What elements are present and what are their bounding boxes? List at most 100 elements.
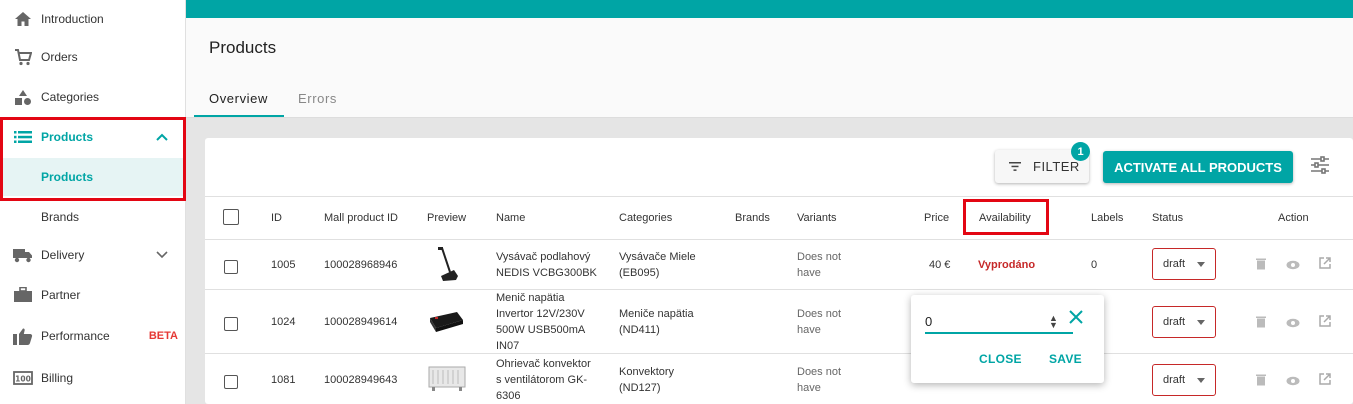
- row-checkbox[interactable]: [224, 317, 238, 331]
- sidebar-item-label: Partner: [41, 288, 81, 302]
- status-value: draft: [1163, 374, 1186, 386]
- beta-badge: BETA: [148, 330, 178, 342]
- product-preview-image[interactable]: [436, 246, 462, 289]
- filter-icon: [1009, 159, 1021, 174]
- table-row: 1024 100028949614 Menič napätia Invertor …: [205, 290, 1353, 354]
- product-category: Meniče napätia (ND411): [619, 308, 694, 336]
- product-preview-image[interactable]: [427, 310, 465, 339]
- status-select[interactable]: draft: [1152, 248, 1216, 280]
- product-category: Konvektory (ND127): [619, 366, 675, 394]
- close-button[interactable]: CLOSE: [979, 352, 1022, 366]
- number-spinner-icon[interactable]: ▲ ▼: [1049, 314, 1058, 330]
- highlight-box-products-nav: [0, 117, 186, 201]
- column-header-price: Price: [924, 212, 950, 224]
- products-table-card: FILTER 1 ACTIVATE ALL PRODUCTS ID Mall p…: [205, 138, 1353, 404]
- status-value: draft: [1163, 316, 1186, 328]
- mall-product-id: 100028949643: [324, 374, 398, 386]
- status-value: draft: [1163, 258, 1186, 270]
- column-header-status: Status: [1152, 212, 1184, 224]
- product-id: 1005: [271, 259, 296, 271]
- dropdown-caret-icon: [1197, 262, 1205, 267]
- sidebar-item-label: Orders: [41, 50, 78, 64]
- column-header-labels: Labels: [1091, 212, 1124, 224]
- clear-icon[interactable]: [1069, 310, 1083, 327]
- product-labels: 0: [1091, 259, 1098, 271]
- shapes-icon: [12, 88, 34, 106]
- column-header-brands: Brands: [735, 212, 770, 224]
- select-all-checkbox[interactable]: [223, 209, 239, 225]
- product-variants: Does not have: [797, 251, 842, 279]
- sidebar-item-label: Categories: [41, 90, 100, 104]
- thumb-up-icon: [12, 327, 34, 345]
- open-external-icon[interactable]: [1319, 373, 1331, 388]
- dropdown-caret-icon: [1197, 378, 1205, 383]
- column-header-mall-product-id: Mall product ID: [324, 212, 398, 224]
- active-tab-indicator: [194, 115, 284, 117]
- activate-all-products-button[interactable]: ACTIVATE ALL PRODUCTS: [1103, 151, 1293, 183]
- tab-overview[interactable]: Overview: [209, 91, 268, 106]
- row-checkbox[interactable]: [224, 375, 238, 389]
- sidebar-subitem-brands[interactable]: Brands: [0, 198, 186, 236]
- top-app-bar: [186, 0, 1353, 18]
- product-price: 40 €: [929, 259, 951, 271]
- briefcase-icon: [12, 286, 34, 304]
- product-preview-image[interactable]: [427, 364, 467, 397]
- row-checkbox[interactable]: [224, 260, 238, 274]
- chevron-down-icon: [156, 248, 168, 262]
- sidebar-item-categories[interactable]: Categories: [0, 78, 186, 116]
- tab-errors[interactable]: Errors: [298, 91, 337, 106]
- delete-icon[interactable]: [1256, 374, 1266, 389]
- highlight-box-availability-header: [963, 199, 1049, 235]
- column-header-categories: Categories: [619, 212, 673, 224]
- sidebar-item-billing[interactable]: 100 Billing: [0, 359, 186, 397]
- column-header-variants: Variants: [797, 212, 837, 224]
- view-icon[interactable]: [1286, 375, 1300, 389]
- column-header-action: Action: [1278, 212, 1309, 224]
- sidebar: Introduction Orders Categories Products …: [0, 0, 186, 404]
- sidebar-item-orders[interactable]: Orders: [0, 38, 186, 76]
- mall-product-id: 100028968946: [324, 259, 398, 271]
- open-external-icon[interactable]: [1319, 257, 1331, 272]
- delete-icon[interactable]: [1256, 316, 1266, 331]
- sidebar-item-performance[interactable]: Performance BETA: [0, 317, 186, 355]
- product-availability[interactable]: Vyprodáno: [978, 257, 1035, 273]
- sidebar-item-label: Delivery: [41, 248, 85, 262]
- dropdown-caret-icon: [1197, 320, 1205, 325]
- product-id: 1024: [271, 316, 296, 328]
- availability-edit-popup: 0 ▲ ▼ CLOSE SAVE: [911, 295, 1104, 383]
- page-title: Products: [209, 38, 277, 57]
- sidebar-item-delivery[interactable]: Delivery: [0, 236, 186, 274]
- page-header: Products Overview Errors: [186, 18, 1353, 118]
- billing-icon: 100: [12, 369, 34, 387]
- product-name: Ohrievač konvektor s ventilátorom GK- 6306: [496, 358, 591, 402]
- cart-icon: [12, 48, 34, 66]
- product-name: Menič napätia Invertor 12V/230V 500W USB50…: [496, 292, 586, 352]
- product-category: Vysávače Miele (EB095): [619, 251, 696, 279]
- view-icon[interactable]: [1286, 259, 1300, 273]
- column-header-preview: Preview: [427, 212, 467, 224]
- table-row: 1005 100028968946 Vysávač podlahový NEDIS…: [205, 240, 1353, 290]
- sidebar-item-label: Performance: [41, 329, 110, 343]
- tune-settings-icon[interactable]: [1311, 156, 1329, 177]
- column-header-name: Name: [496, 212, 526, 224]
- product-id: 1081: [271, 374, 296, 386]
- table-row: 1081 100028949643 Ohrievač konvektor s ve…: [205, 354, 1353, 404]
- filter-button-label: FILTER: [1033, 159, 1080, 174]
- status-select[interactable]: draft: [1152, 364, 1216, 396]
- column-header-id: ID: [271, 212, 282, 224]
- sidebar-item-partner[interactable]: Partner: [0, 276, 186, 314]
- status-select[interactable]: draft: [1152, 306, 1216, 338]
- product-variants: Does not have: [797, 366, 842, 394]
- open-external-icon[interactable]: [1319, 315, 1331, 330]
- table-header: ID Mall product ID Preview Name Categori…: [205, 196, 1353, 240]
- truck-icon: [12, 246, 34, 264]
- sidebar-item-label: Introduction: [41, 12, 104, 26]
- view-icon[interactable]: [1286, 317, 1300, 331]
- save-button[interactable]: SAVE: [1049, 352, 1082, 366]
- mall-product-id: 100028949614: [324, 316, 398, 328]
- filter-count-badge: 1: [1071, 142, 1090, 161]
- svg-text:100: 100: [15, 375, 31, 384]
- delete-icon[interactable]: [1256, 258, 1266, 273]
- sidebar-item-label: Billing: [41, 371, 74, 385]
- sidebar-item-introduction[interactable]: Introduction: [0, 0, 186, 38]
